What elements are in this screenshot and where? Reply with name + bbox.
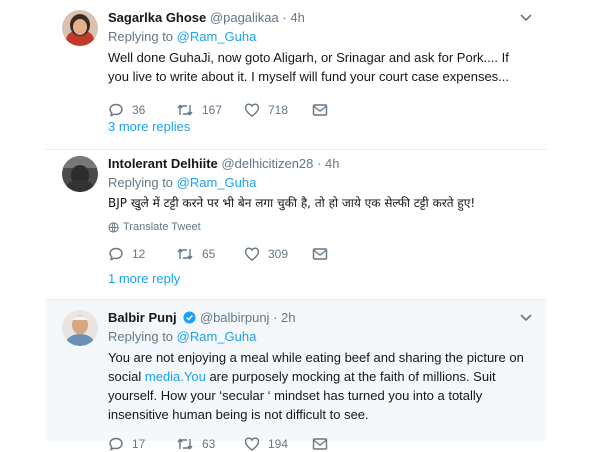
author-handle[interactable]: @balbirpunj — [200, 310, 270, 325]
reply-icon — [109, 247, 123, 261]
tweet-text: Well done GuhaJi, now goto Aligarh, or S… — [108, 50, 510, 84]
replying-to: Replying to @Ram_Guha — [108, 175, 532, 190]
dm-button[interactable] — [312, 437, 380, 451]
replying-to: Replying to @Ram_Guha — [108, 29, 532, 44]
like-count: 309 — [268, 247, 289, 261]
author-name[interactable]: Balbir Punj — [108, 310, 177, 325]
reply-count: 36 — [132, 103, 146, 117]
like-button[interactable]: 718 — [244, 102, 312, 118]
translate-tweet-link[interactable]: Translate Tweet — [108, 221, 532, 233]
heart-icon — [244, 247, 260, 261]
tweet-text: BJP खुले में टट्टी करने पर भी बेन लगा चु… — [108, 196, 476, 210]
envelope-icon — [312, 104, 328, 116]
envelope-icon — [312, 248, 328, 260]
timestamp[interactable]: 4h — [290, 10, 304, 25]
author-handle[interactable]: @delhicitizen28 — [221, 156, 313, 171]
avatar[interactable] — [62, 10, 98, 46]
heart-icon — [244, 103, 260, 117]
tweet-inline-link[interactable]: media.You — [145, 369, 206, 384]
separator-dot: · — [317, 156, 322, 171]
retweet-count: 65 — [202, 247, 216, 261]
avatar[interactable] — [62, 156, 98, 192]
mention-link[interactable]: @Ram_Guha — [177, 329, 257, 344]
retweet-count: 167 — [202, 103, 223, 117]
tweet-actions: 36 167 718 — [108, 102, 532, 118]
reply-thread: Sagarlka Ghose @pagalikaa · 4h Replying … — [46, 0, 546, 451]
author-handle[interactable]: @pagalikaa — [210, 10, 279, 25]
mention-link[interactable]: @Ram_Guha — [177, 29, 257, 44]
dm-button[interactable] — [312, 103, 380, 117]
author-name[interactable]: Intolerant Delhiite — [108, 156, 218, 171]
avatar[interactable] — [62, 310, 98, 346]
retweet-button[interactable]: 167 — [176, 102, 244, 118]
more-replies-link[interactable]: 3 more replies — [108, 119, 190, 134]
replying-prefix: Replying to — [108, 329, 174, 344]
translate-label: Translate Tweet — [123, 221, 201, 233]
timestamp[interactable]: 4h — [325, 156, 339, 171]
tweet-balbir-punj[interactable]: Balbir Punj @balbirpunj · 2h Replying to… — [46, 300, 546, 451]
retweet-icon — [177, 248, 193, 260]
replying-prefix: Replying to — [108, 29, 174, 44]
tweet-actions: 12 65 309 — [108, 246, 532, 262]
separator-dot: · — [282, 10, 287, 25]
reply-button[interactable]: 12 — [108, 246, 176, 262]
mention-link[interactable]: @Ram_Guha — [177, 175, 257, 190]
timestamp[interactable]: 2h — [281, 310, 295, 325]
replying-to: Replying to @Ram_Guha — [108, 329, 532, 344]
retweet-count: 63 — [202, 437, 216, 451]
reply-icon — [109, 103, 123, 117]
reply-button[interactable]: 36 — [108, 102, 176, 118]
reply-count: 17 — [132, 437, 146, 451]
chevron-down-icon[interactable] — [520, 314, 532, 322]
dm-button[interactable] — [312, 247, 380, 261]
replying-prefix: Replying to — [108, 175, 174, 190]
author-name[interactable]: Sagarlka Ghose — [108, 10, 206, 25]
separator-dot: · — [273, 310, 278, 325]
tweet-intolerant-delhiite[interactable]: Intolerant Delhiite @delhicitizen28 · 4h… — [46, 150, 546, 299]
like-button[interactable]: 309 — [244, 246, 312, 262]
envelope-icon — [312, 438, 328, 450]
retweet-icon — [177, 104, 193, 116]
retweet-button[interactable]: 65 — [176, 246, 244, 262]
tweet-text: You are not enjoying a meal while eating… — [108, 348, 532, 424]
like-count: 194 — [268, 437, 289, 451]
chevron-down-icon[interactable] — [520, 14, 532, 22]
verified-badge-icon — [183, 311, 196, 324]
reply-count: 12 — [132, 247, 146, 261]
globe-icon — [108, 221, 119, 233]
like-count: 718 — [268, 103, 289, 117]
more-replies-link[interactable]: 1 more reply — [108, 271, 180, 286]
tweet-sagarika[interactable]: Sagarlka Ghose @pagalikaa · 4h Replying … — [46, 0, 546, 149]
